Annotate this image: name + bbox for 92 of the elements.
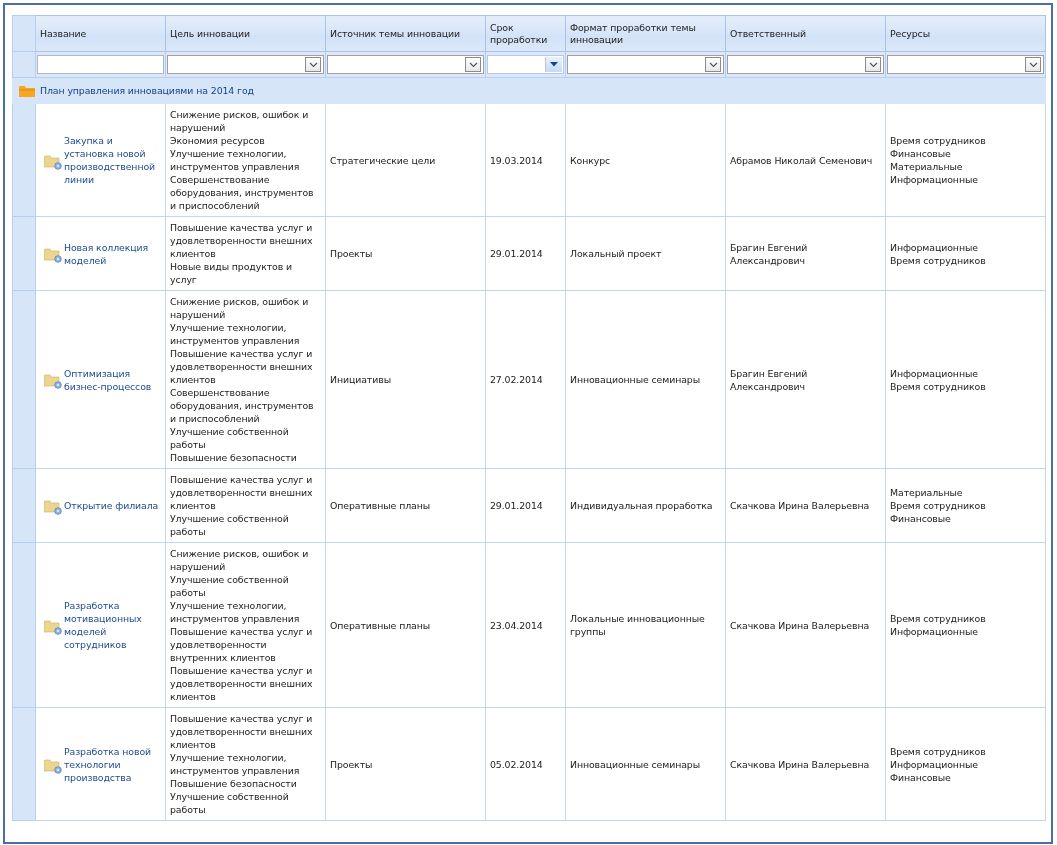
resource-item: Финансовые (890, 512, 952, 525)
goal-item: Улучшение технологии, инструментов управления (170, 751, 301, 777)
filter-input[interactable] (37, 55, 164, 74)
source-cell-text: Оперативные планы (330, 499, 432, 512)
goal-item: Повышение качества услуг и удовлетворенности внешних клиентов (170, 712, 314, 751)
goal-item: Совершенствование оборудования, инструментов и приспособлений (170, 173, 315, 212)
goal-item: Повышение безопасности (170, 777, 298, 790)
resource-item: Время сотрудников (890, 379, 987, 393)
responsible-cell-text: Абрамов Николай Семенович (730, 153, 874, 167)
goal-item: Снижение рисков, ошибок и нарушений (170, 547, 310, 573)
format-cell-text: Инновационные семинары (570, 757, 701, 771)
source-cell-text: Проекты (330, 757, 374, 771)
goal-item: Улучшение технологии, инструментов управления (170, 147, 301, 173)
folder-gear-icon (44, 154, 62, 170)
responsible-cell-text: Брагин Евгений Александрович (730, 240, 809, 267)
date-cell-text: 29.01.2014 (490, 499, 544, 512)
format-cell-text: Конкурс (570, 153, 612, 167)
source-cell-text: Проекты (330, 247, 374, 260)
goal-item: Улучшение собственной работы (170, 790, 290, 816)
source-cell-text: Инициативы (330, 373, 392, 386)
goal-item: Снижение рисков, ошибок и нарушений (170, 295, 310, 321)
goal-item: Улучшение собственной работы (170, 512, 290, 538)
format-cell-text: Индивидуальная проработка (570, 499, 714, 512)
resource-item: Время сотрудников (890, 744, 987, 758)
caret-down-icon (550, 62, 558, 67)
filter-dropdown[interactable] (327, 55, 484, 74)
goal-item: Повышение качества услуг и удовлетворенности внешних клиентов (170, 473, 314, 512)
resource-item: Информационные (890, 366, 979, 380)
chevron-down-icon (708, 61, 718, 68)
chevron-down-icon (868, 61, 878, 68)
resource-item: Информационные (890, 240, 979, 254)
responsible-cell-text: Скачкова Ирина Валерьевна (730, 757, 871, 771)
date-cell-text: 29.01.2014 (490, 247, 544, 260)
date-cell-text: 27.02.2014 (490, 373, 544, 386)
column-header[interactable]: Ресурсы (885, 15, 1046, 52)
resource-item: Финансовые (890, 147, 952, 160)
date-cell-text: 05.02.2014 (490, 757, 544, 771)
innovation-name-link[interactable]: Открытие филиала (64, 499, 159, 512)
resource-item: Информационные (890, 757, 979, 771)
goal-item: Улучшение технологии, инструментов управления (170, 599, 301, 625)
resource-item: Время сотрудников (890, 253, 987, 267)
responsible-cell-text: Брагин Евгений Александрович (730, 366, 809, 393)
innovation-name-link[interactable]: Оптимизация бизнес-процессов (64, 366, 161, 393)
source-cell-text: Стратегические цели (330, 153, 437, 167)
column-header[interactable]: Срок проработки (485, 15, 566, 52)
folder-gear-icon (44, 374, 62, 389)
column-header[interactable]: Название (35, 15, 166, 52)
chevron-down-icon (1028, 61, 1038, 68)
folder-icon (19, 84, 35, 97)
date-cell-text: 19.03.2014 (490, 153, 544, 167)
goal-item: Совершенствование оборудования, инструментов и приспособлений (170, 386, 315, 425)
filter-dropdown[interactable] (167, 55, 324, 74)
responsible-cell-text: Скачкова Ирина Валерьевна (730, 499, 871, 512)
resource-item: Материальные (890, 160, 964, 173)
resource-item: Информационные (890, 625, 979, 638)
responsible-cell-text: Скачкова Ирина Валерьевна (730, 618, 871, 632)
folder-gear-icon (44, 500, 62, 515)
goal-item: Улучшение собственной работы (170, 573, 290, 599)
filter-dropdown[interactable] (727, 55, 884, 74)
goal-item: Улучшение технологии, инструментов управления (170, 321, 301, 347)
column-header[interactable]: Ответственный (725, 15, 886, 52)
goal-item: Снижение рисков, ошибок и нарушений (170, 108, 310, 134)
format-cell-text: Инновационные семинары (570, 373, 701, 386)
goal-item: Повышение безопасности (170, 451, 298, 464)
format-cell-text: Локальные инновационные группы (570, 612, 706, 638)
date-cell-text: 23.04.2014 (490, 618, 544, 632)
resource-item: Финансовые (890, 770, 952, 784)
filter-dropdown[interactable] (567, 55, 724, 74)
column-header[interactable]: Источник темы инновации (325, 15, 486, 52)
source-cell-text: Оперативные планы (330, 618, 432, 632)
column-header[interactable]: Цель инновации (165, 15, 326, 52)
filter-dropdown[interactable] (887, 55, 1044, 74)
resource-item: Время сотрудников (890, 499, 987, 512)
folder-gear-icon (44, 248, 62, 263)
resource-item: Материальные (890, 486, 964, 499)
column-header[interactable]: Формат проработки темы инновации (565, 15, 726, 52)
goal-item: Улучшение собственной работы (170, 425, 290, 451)
chevron-down-icon (308, 61, 318, 68)
goal-item: Повышение качества услуг и удовлетворенности внешних клиентов (170, 664, 314, 703)
group-title[interactable]: План управления инновациями на 2014 год (40, 85, 254, 96)
resource-item: Время сотрудников (890, 134, 987, 147)
folder-gear-icon (44, 758, 62, 774)
goal-item: Повышение качества услуг и удовлетворенности внешних клиентов (170, 347, 314, 386)
resource-item: Время сотрудников (890, 612, 987, 625)
goal-item: Повышение качества услуг и удовлетворенности внутренних клиентов (170, 625, 314, 664)
chevron-down-icon (468, 61, 478, 68)
format-cell-text: Локальный проект (570, 247, 663, 260)
goal-item: Повышение качества услуг и удовлетворенности внешних клиентов (170, 221, 314, 260)
goal-item: Экономия ресурсов (170, 134, 266, 147)
goal-item: Новые виды продуктов и услуг (170, 260, 294, 286)
resource-item: Информационные (890, 173, 979, 186)
folder-gear-icon (44, 619, 62, 635)
